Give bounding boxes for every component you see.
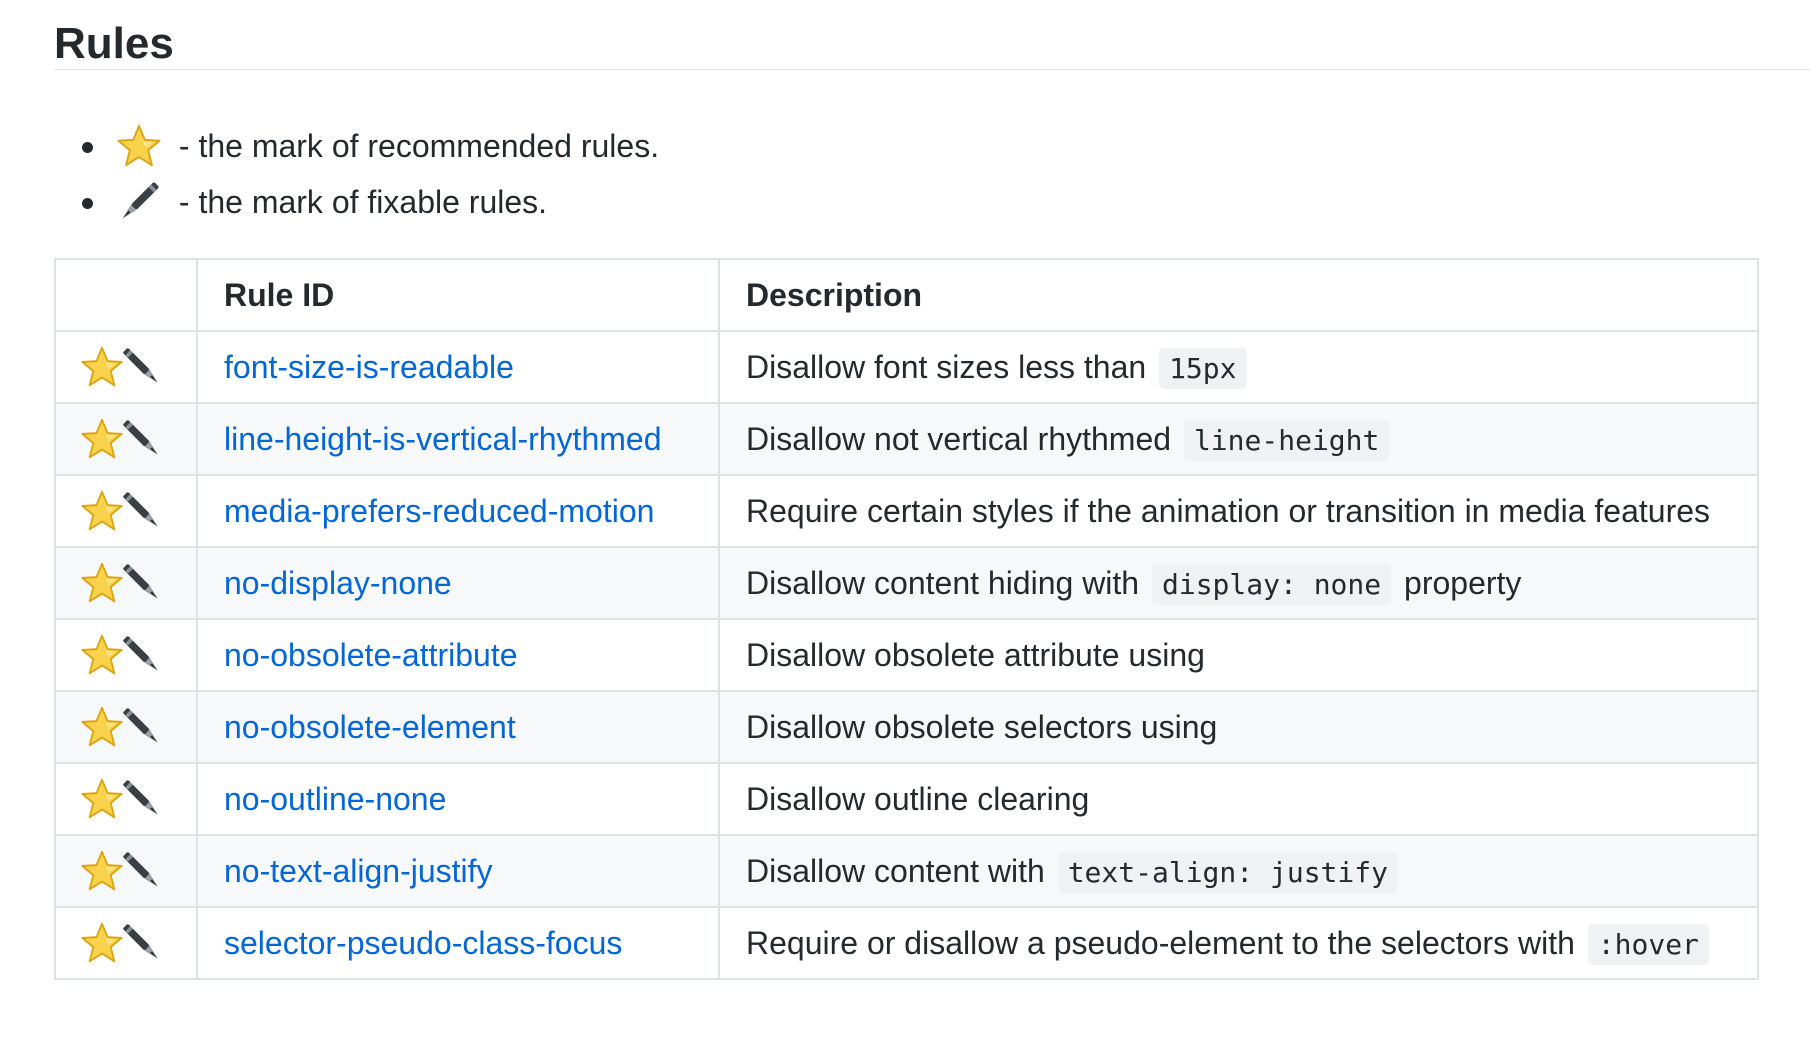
table-row-no-obsolete-attribute: no-obsolete-attribute Disallow obsolete … (54, 618, 1759, 692)
inline-code: :hover (1587, 923, 1709, 965)
marks-cell (54, 618, 198, 692)
rules-table: Rule ID Description font-size-is-readabl… (54, 258, 1759, 980)
description-cell: Disallow obsolete attribute using (718, 618, 1759, 692)
description-text: Disallow font sizes less than (746, 348, 1156, 385)
pen-icon (123, 852, 158, 887)
rule-id-cell: media-prefers-reduced-motion (196, 474, 720, 548)
description-text: Require certain styles if the animation … (746, 492, 1711, 529)
rule-link[interactable]: no-text-align-justify (224, 853, 493, 889)
marks-cell (54, 690, 198, 764)
legend-item-recommended: - the mark of recommended rules. (54, 118, 659, 174)
star-icon (81, 922, 123, 963)
rule-link[interactable]: selector-pseudo-class-focus (224, 925, 622, 961)
description-cell: Require or disallow a pseudo-element to … (718, 906, 1759, 980)
table-row-no-obsolete-element: no-obsolete-element Disallow obsolete se… (54, 690, 1759, 764)
description-cell: Disallow content hiding with display: no… (718, 546, 1759, 620)
pen-icon (123, 492, 158, 527)
marks-cell (54, 906, 198, 980)
table-row-no-display-none: no-display-none Disallow content hiding … (54, 546, 1759, 620)
star-icon (81, 706, 123, 747)
description-text: Disallow obsolete selectors using (746, 708, 1218, 745)
rule-link[interactable]: font-size-is-readable (224, 349, 514, 385)
rule-id-cell: no-obsolete-attribute (196, 618, 720, 692)
description-cell: Disallow not vertical rhythmed line-heig… (718, 402, 1759, 476)
rule-link[interactable]: line-height-is-vertical-rhythmed (224, 421, 661, 457)
readme-content: Rules - the mark of recommended rules. -… (54, 0, 1810, 980)
description-cell: Disallow outline clearing (718, 762, 1759, 836)
rule-id-cell: no-outline-none (196, 762, 720, 836)
rule-id-cell: no-text-align-justify (196, 834, 720, 908)
star-icon (81, 418, 123, 459)
description-cell: Require certain styles if the animation … (718, 474, 1759, 548)
description-text: Disallow outline clearing (746, 780, 1090, 817)
description-cell: Disallow font sizes less than 15px (718, 330, 1759, 404)
marks-cell (54, 330, 198, 404)
rule-id-cell: selector-pseudo-class-focus (196, 906, 720, 980)
pen-icon (123, 420, 158, 455)
inline-code: display: none (1151, 563, 1392, 605)
inline-code: 15px (1159, 347, 1247, 389)
description-suffix: property (1395, 564, 1522, 601)
bullet-icon (82, 142, 93, 153)
table-row-no-text-align-justify: no-text-align-justify Disallow content w… (54, 834, 1759, 908)
star-icon (117, 124, 161, 166)
table-row-selector-pseudo-class-focus: selector-pseudo-class-focus Require or d… (54, 906, 1759, 980)
table-row-font-size-is-readable: font-size-is-readable Disallow font size… (54, 330, 1759, 404)
page-title: Rules (54, 0, 1810, 70)
pen-icon (123, 636, 158, 671)
marks-cell (54, 402, 198, 476)
star-icon (81, 634, 123, 675)
rule-link[interactable]: no-outline-none (224, 781, 446, 817)
rule-link[interactable]: media-prefers-reduced-motion (224, 493, 654, 529)
description-text: Require or disallow a pseudo-element to … (746, 924, 1584, 961)
rule-link[interactable]: no-obsolete-element (224, 709, 516, 745)
rule-id-cell: no-obsolete-element (196, 690, 720, 764)
table-row-no-outline-none: no-outline-none Disallow outline clearin… (54, 762, 1759, 836)
description-cell: Disallow content with text-align: justif… (718, 834, 1759, 908)
inline-code: line-height (1183, 419, 1390, 461)
header-rule-id: Rule ID (196, 258, 720, 332)
description-text: Disallow content with (746, 852, 1054, 889)
star-icon (81, 562, 123, 603)
star-icon (81, 346, 123, 387)
bullet-icon (82, 198, 93, 209)
table-header-row: Rule ID Description (54, 258, 1759, 332)
description-text: Disallow not vertical rhythmed (746, 420, 1180, 457)
rule-id-cell: font-size-is-readable (196, 330, 720, 404)
legend-text-fixable: - the mark of fixable rules. (170, 184, 548, 220)
table-row-line-height-is-vertical-rhythmed: line-height-is-vertical-rhythmed Disallo… (54, 402, 1759, 476)
pen-icon (123, 780, 158, 815)
rule-link[interactable]: no-display-none (224, 565, 452, 601)
marks-cell (54, 834, 198, 908)
marks-cell (54, 474, 198, 548)
rule-link[interactable]: no-obsolete-attribute (224, 637, 518, 673)
legend-text-recommended: - the mark of recommended rules. (170, 128, 660, 164)
table-row-media-prefers-reduced-motion: media-prefers-reduced-motion Require cer… (54, 474, 1759, 548)
legend-list: - the mark of recommended rules. - the m… (54, 118, 659, 230)
description-text: Disallow content hiding with (746, 564, 1148, 601)
pen-icon (123, 708, 158, 743)
rule-id-cell: no-display-none (196, 546, 720, 620)
description-text: Disallow obsolete attribute using (746, 636, 1205, 673)
pen-icon (123, 348, 158, 383)
header-description: Description (718, 258, 1759, 332)
rule-id-cell: line-height-is-vertical-rhythmed (196, 402, 720, 476)
pen-icon (123, 924, 158, 959)
legend-item-fixable: - the mark of fixable rules. (54, 174, 659, 230)
description-cell: Disallow obsolete selectors using (718, 690, 1759, 764)
star-icon (81, 850, 123, 891)
marks-cell (54, 762, 198, 836)
pen-icon (122, 182, 159, 218)
header-marks (54, 258, 198, 332)
pen-icon (123, 564, 158, 599)
inline-code: text-align: justify (1057, 851, 1398, 893)
star-icon (81, 778, 123, 819)
star-icon (81, 490, 123, 531)
marks-cell (54, 546, 198, 620)
